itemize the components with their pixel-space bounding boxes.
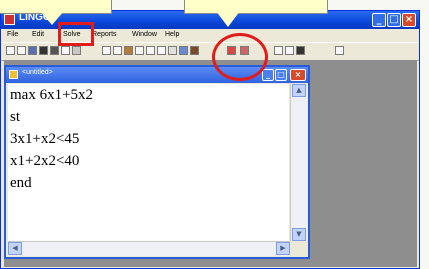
scroll-up-icon[interactable]: ▲ [292,84,306,97]
child-title: <untitled> [22,69,53,76]
solve-icon[interactable] [157,46,166,55]
model-icon [9,70,18,79]
child-close-button[interactable]: × [290,69,306,81]
cut-icon[interactable] [50,46,59,55]
callout-box [184,0,328,14]
new-icon[interactable] [6,46,15,55]
maximize-button[interactable]: □ [387,13,401,27]
child-minimize-button[interactable]: _ [262,69,274,81]
horizontal-scrollbar[interactable]: ◀ ▶ [8,241,290,256]
save-icon[interactable] [28,46,37,55]
menu-reports[interactable]: Reports [92,31,117,38]
help-icon[interactable] [296,46,305,55]
paste-icon[interactable] [72,46,81,55]
stop-icon[interactable] [168,46,177,55]
window-icon[interactable] [190,46,199,55]
menu-edit[interactable]: Edit [32,31,44,38]
scroll-down-icon[interactable]: ▼ [292,228,306,241]
send-to-back-icon[interactable] [274,46,283,55]
copy-icon[interactable] [61,46,70,55]
find-icon[interactable] [124,46,133,55]
options-icon[interactable] [179,46,188,55]
redo-icon[interactable] [113,46,122,55]
vertical-scrollbar[interactable]: ▲ ▼ [290,84,307,241]
lingo-logo-icon [4,14,15,25]
close-button[interactable]: × [402,13,416,27]
context-help-icon[interactable] [335,46,344,55]
minimize-button[interactable]: _ [372,13,386,27]
match-paren-icon[interactable] [146,46,155,55]
child-maximize-button[interactable]: □ [275,69,287,81]
close-all-icon[interactable] [285,46,294,55]
solve-menu-highlight [58,22,94,46]
print-icon[interactable] [39,46,48,55]
goto-icon[interactable] [135,46,144,55]
open-icon[interactable] [17,46,26,55]
model-editor[interactable]: max 6x1+5x2 st 3x1+x2<45 x1+2x2<40 end [8,84,289,241]
editor-line: 3x1+x2<45 [10,131,80,147]
scroll-right-icon[interactable]: ▶ [276,242,290,255]
solve-button-highlight [212,33,268,81]
menu-file[interactable]: File [7,31,18,38]
editor-line: st [10,109,21,125]
undo-icon[interactable] [102,46,111,55]
menu-help[interactable]: Help [165,31,179,38]
menu-window[interactable]: Window [132,31,157,38]
scroll-left-icon[interactable]: ◀ [8,242,22,255]
editor-line: end [10,175,32,191]
untitled-model-window: <untitled> _ □ × max 6x1+5x2 st 3x1+x2<4… [4,65,310,259]
callout-pointer [216,11,240,27]
editor-line: max 6x1+5x2 [10,87,94,103]
editor-line: x1+2x2<40 [10,153,80,169]
